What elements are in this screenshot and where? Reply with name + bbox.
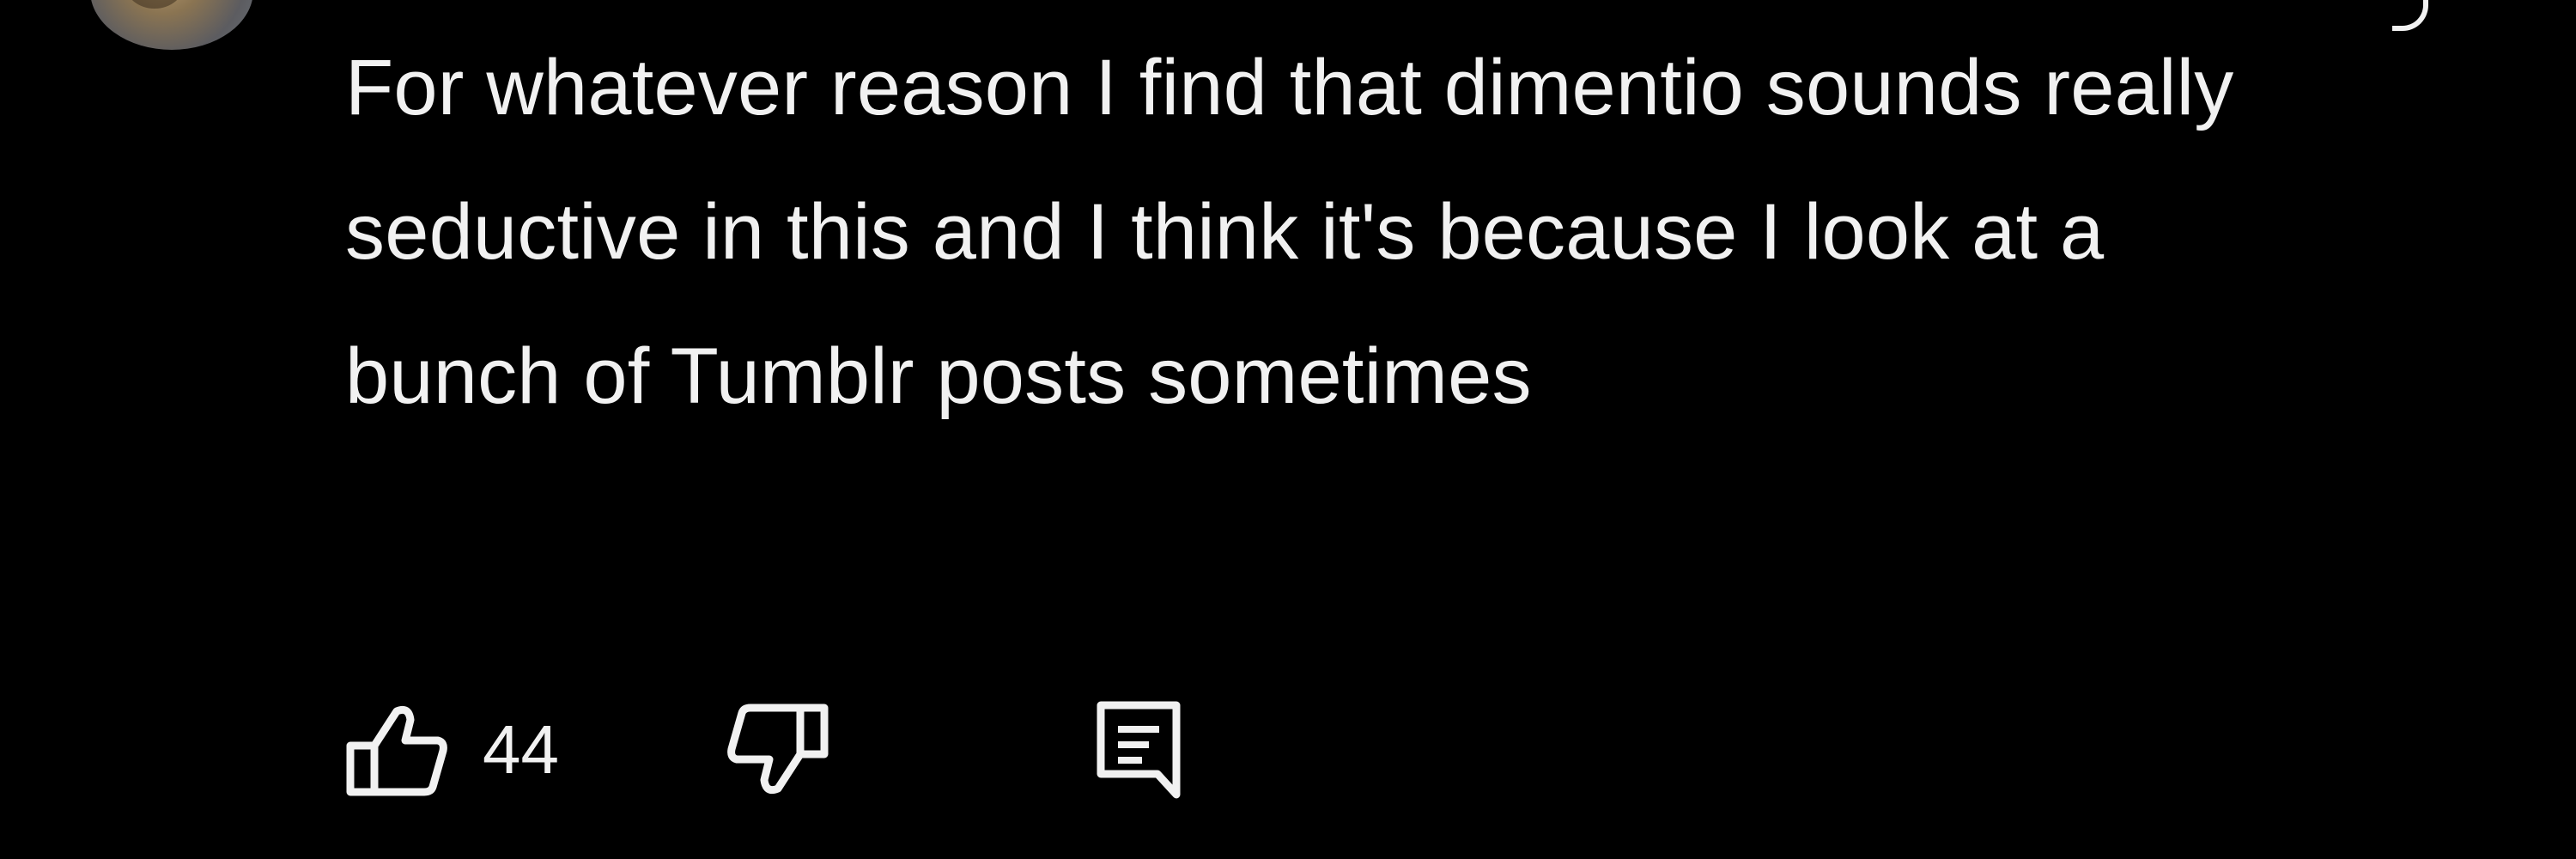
avatar[interactable] <box>90 0 253 50</box>
like-count: 44 <box>483 711 559 788</box>
like-group: 44 <box>345 703 559 797</box>
more-options-icon[interactable] <box>2392 0 2428 31</box>
comment-text: For whatever reason I find that dimentio… <box>345 44 2234 420</box>
dislike-button[interactable] <box>726 703 829 797</box>
comment-action-bar: 44 <box>345 700 1182 800</box>
thumbs-up-icon <box>346 705 447 796</box>
like-button[interactable] <box>345 703 448 797</box>
comment-reply-icon <box>1097 701 1181 799</box>
reply-button[interactable] <box>1096 700 1182 800</box>
thumbs-down-icon <box>727 704 829 795</box>
